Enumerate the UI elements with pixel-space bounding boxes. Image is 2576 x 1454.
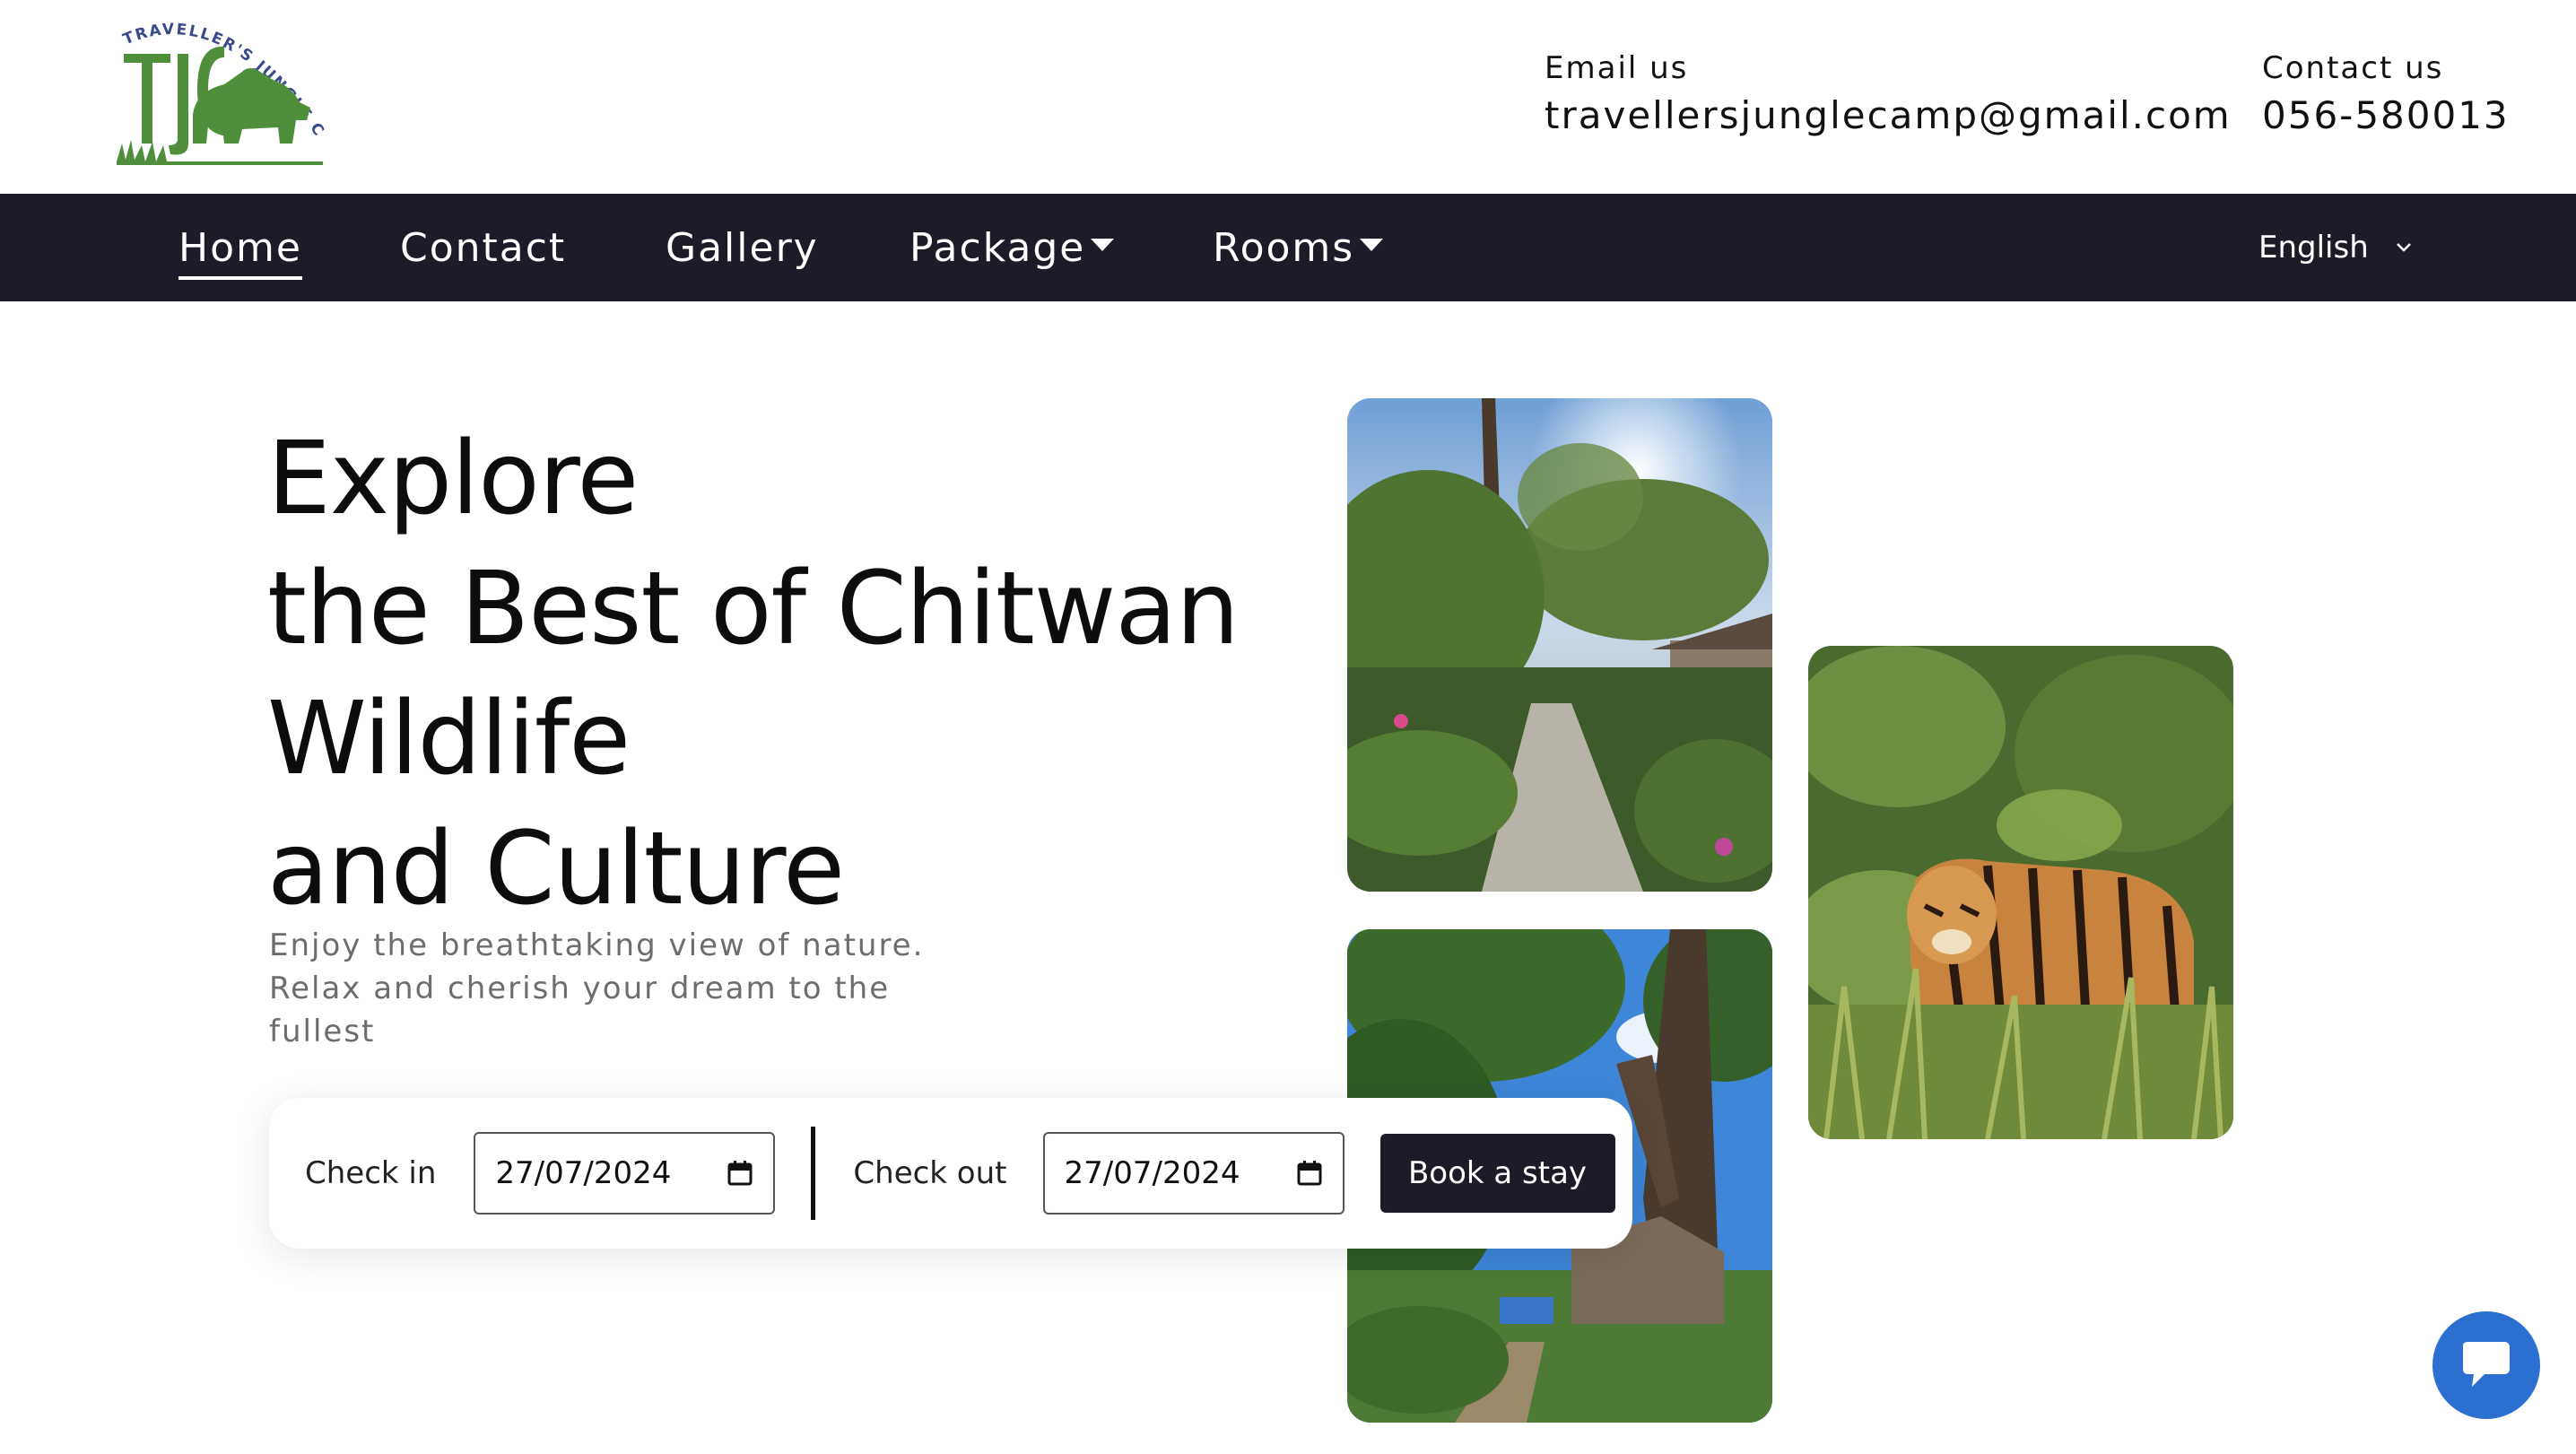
email-link[interactable]: travellersjunglecamp@gmail.com xyxy=(1545,91,2232,140)
nav-home-label: Home xyxy=(178,225,302,280)
language-label: English xyxy=(2258,230,2369,266)
hero-title: Explore the Best of Chitwan Wildlife and… xyxy=(267,414,1240,935)
caret-down-icon xyxy=(1091,239,1115,251)
nav-gallery[interactable]: Gallery xyxy=(666,194,819,301)
checkout-label: Check out xyxy=(853,1155,1007,1191)
calendar-icon[interactable] xyxy=(1296,1160,1323,1187)
nav-rooms[interactable]: Rooms xyxy=(1213,194,1384,301)
garden-path-photo xyxy=(1347,398,1772,892)
checkin-date-input[interactable]: 27/07/2024 xyxy=(474,1132,776,1215)
phone-link[interactable]: 056-580013 xyxy=(2262,91,2510,140)
nav-rooms-label: Rooms xyxy=(1213,224,1355,271)
email-label: Email us xyxy=(1545,50,1689,86)
site-logo[interactable]: TRAVELLER'S JUNGLE CAMP xyxy=(100,0,332,170)
calendar-icon[interactable] xyxy=(727,1160,753,1187)
hero-subtitle: Enjoy the breathtaking view of nature. R… xyxy=(269,927,925,1049)
nav-contact[interactable]: Contact xyxy=(400,194,566,301)
checkout-date-input[interactable]: 27/07/2024 xyxy=(1042,1132,1345,1215)
hero-title-line2: the Best of Chitwan xyxy=(267,551,1240,667)
booking-bar: Check in 27/07/2024 Check out 27/07/2024… xyxy=(269,1098,1632,1249)
nav-package-label: Package xyxy=(909,224,1086,271)
chevron-down-icon xyxy=(2396,243,2411,252)
tiger-in-jungle-photo xyxy=(1808,646,2233,1139)
phone-label: Contact us xyxy=(2262,50,2444,86)
phone-block: Contact us 056-580013 xyxy=(2262,50,2510,140)
main-navbar: Home Contact Gallery Package Rooms Engli… xyxy=(0,194,2576,301)
nav-gallery-label: Gallery xyxy=(666,224,819,271)
checkin-label: Check in xyxy=(305,1155,437,1191)
top-header: TRAVELLER'S JUNGLE CAMP Email us travell… xyxy=(0,0,2576,194)
email-block: Email us travellersjunglecamp@gmail.com xyxy=(1545,50,2232,140)
language-selector[interactable]: English xyxy=(2258,194,2415,301)
caret-down-icon xyxy=(1360,239,1384,251)
hero-title-line3: Wildlife xyxy=(267,681,631,797)
checkin-date-value: 27/07/2024 xyxy=(495,1155,672,1191)
nav-package[interactable]: Package xyxy=(909,194,1115,301)
chat-button[interactable] xyxy=(2432,1311,2540,1419)
booking-divider xyxy=(811,1127,816,1220)
nav-home[interactable]: Home xyxy=(178,194,302,301)
chat-bubble-icon xyxy=(2463,1342,2510,1387)
hero-title-line4: and Culture xyxy=(267,811,845,927)
checkout-date-value: 27/07/2024 xyxy=(1064,1155,1240,1191)
nav-contact-label: Contact xyxy=(400,224,567,271)
book-a-stay-button[interactable]: Book a stay xyxy=(1379,1134,1615,1213)
hero-title-line1: Explore xyxy=(267,421,639,537)
